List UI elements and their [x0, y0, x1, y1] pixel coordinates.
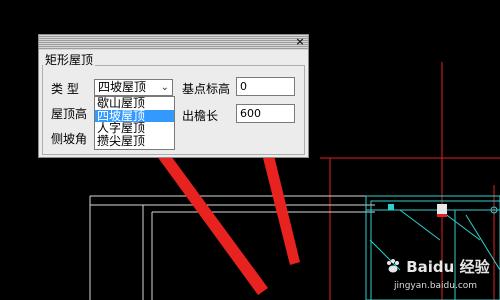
paw-icon	[387, 259, 399, 273]
overhang-input[interactable]: 600	[236, 104, 295, 123]
watermark-text: Baidu 经验	[406, 258, 490, 276]
roof-type-value: 四坡屋顶	[98, 80, 147, 94]
cad-column	[437, 214, 447, 217]
close-icon[interactable]: ×	[294, 36, 306, 48]
base-elevation-label: 基点标高	[182, 82, 231, 96]
type-label: 类 型	[51, 82, 79, 96]
cad-column	[388, 204, 394, 210]
roof-type-dropdown[interactable]: 歇山屋顶 四坡屋顶 人字屋顶 攒尖屋顶	[94, 96, 175, 150]
dropdown-option[interactable]: 人字屋顶	[95, 122, 174, 135]
dialog-titlebar[interactable]: ×	[39, 35, 308, 50]
watermark-url: jingyan.baidu.com	[394, 281, 478, 291]
roof-dialog: × 矩形屋顶 类 型 四坡屋顶 ⌄ 歇山屋顶 四坡屋顶 人字屋顶 攒尖屋顶 基点…	[38, 34, 309, 158]
baidu-watermark: Baidu 经验	[385, 256, 490, 277]
dropdown-option[interactable]: 攒尖屋顶	[95, 134, 174, 148]
roof-type-select[interactable]: 四坡屋顶 ⌄	[94, 79, 173, 96]
group-title: 矩形屋顶	[43, 51, 96, 68]
chevron-down-icon[interactable]: ⌄	[161, 80, 169, 95]
overhang-label: 出檐长	[182, 109, 219, 123]
side-slope-label: 侧坡角	[51, 132, 88, 146]
roof-height-label: 屋顶高	[51, 107, 88, 121]
base-elevation-input[interactable]: 0	[236, 77, 295, 96]
cad-column	[437, 204, 447, 214]
dropdown-option[interactable]: 歇山屋顶	[95, 97, 174, 110]
